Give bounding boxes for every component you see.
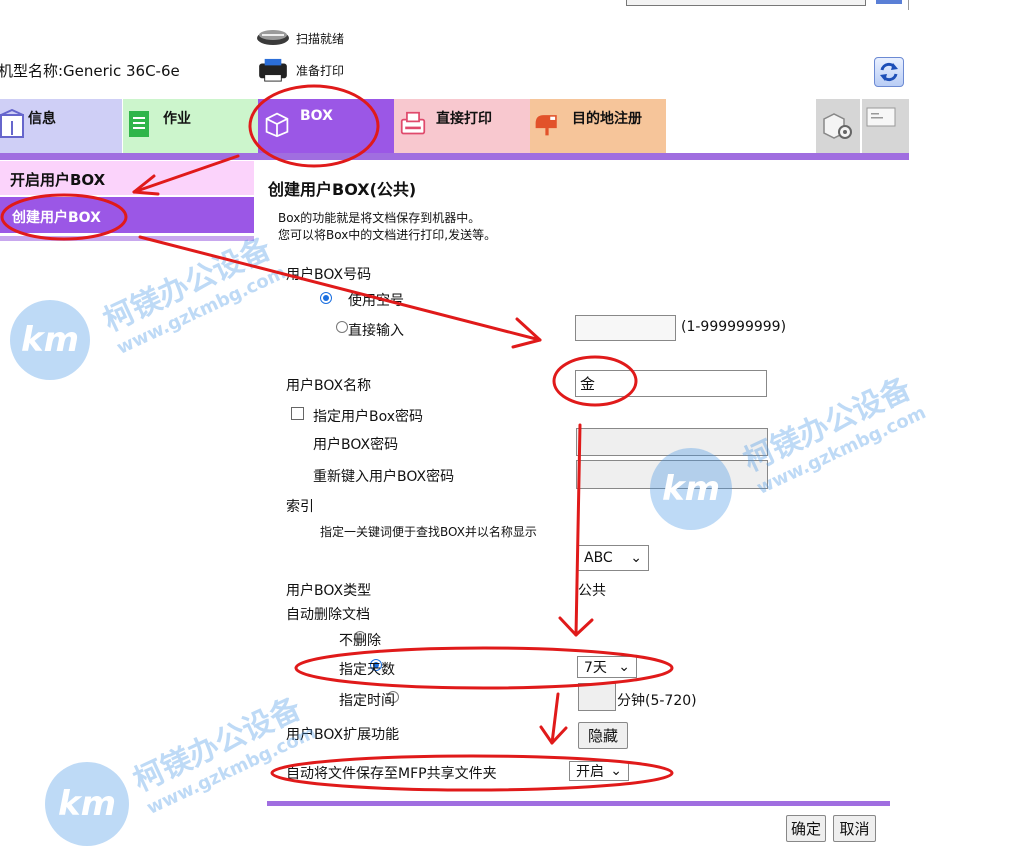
hide-button[interactable]: 隐藏: [578, 722, 628, 749]
specify-days-label: 指定天数: [339, 662, 395, 678]
scanner-icon: [257, 30, 289, 45]
top-field: [626, 0, 866, 6]
chevron-down-icon: ⌄: [610, 763, 622, 779]
direct-print-icon: [400, 111, 426, 135]
display-icon: [866, 107, 896, 127]
sidebar-item-create-box-label: 创建用户BOX: [12, 210, 101, 226]
box-name-input[interactable]: 金: [575, 370, 767, 397]
sidebar-divider: [0, 236, 254, 241]
index-hint: 指定一关键词便于查找BOX并以名称显示: [320, 525, 537, 539]
box-icon: [265, 112, 289, 138]
tab-box-label: BOX: [300, 108, 333, 124]
sidebar-item-open-box[interactable]: 开启用户BOX: [0, 161, 254, 195]
page-description: Box的功能就是将文档保存到机器中。 您可以将Box中的文档进行打印,发送等。: [278, 210, 496, 244]
settings-box-icon: [823, 113, 852, 139]
box-name-label: 用户BOX名称: [286, 378, 372, 394]
index-select-value: ABC: [584, 550, 613, 566]
index-select[interactable]: ABC ⌄: [577, 545, 649, 571]
mfp-share-select-value: 开启: [576, 764, 604, 780]
tab-direct-print-label: 直接打印: [436, 111, 492, 127]
watermark-logo: km: [10, 300, 90, 380]
index-label: 索引: [286, 499, 314, 515]
tab-box[interactable]: BOX: [258, 99, 394, 153]
box-number-label: 用户BOX号码: [286, 267, 372, 283]
watermark: 柯镁办公设备 www.gzkmbg.com: [125, 682, 319, 819]
direct-input-radio[interactable]: [336, 321, 349, 333]
tab-address-book[interactable]: 目的地注册: [530, 99, 666, 153]
refresh-icon: [880, 62, 898, 82]
print-status-text: 准备打印: [296, 63, 345, 78]
ok-button[interactable]: 确定: [786, 815, 826, 842]
refresh-button[interactable]: [874, 57, 904, 87]
mailbox-icon: [535, 115, 557, 136]
sidebar-item-open-box-label: 开启用户BOX: [10, 171, 106, 189]
page-title: 创建用户BOX(公共): [268, 180, 417, 199]
annotation-arrow-3-head: [558, 616, 594, 637]
box-type-label: 用户BOX类型: [286, 583, 372, 599]
main-tabs: 信息 作业 BOX 直接打印 目的地注册: [0, 99, 909, 153]
chevron-down-icon: ⌄: [618, 659, 630, 675]
form-bottom-divider: [267, 801, 890, 806]
job-document-icon: [129, 111, 149, 137]
number-range-hint: (1-999999999): [681, 319, 787, 335]
info-box-icon: [0, 109, 24, 138]
tab-jobs-label: 作业: [163, 111, 191, 127]
scan-status: 扫描就绪: [256, 26, 344, 50]
days-select-value: 7天: [584, 660, 607, 676]
annotation-arrow-3: [574, 423, 582, 637]
specify-password-label: 指定用户Box密码: [313, 409, 424, 425]
direct-input-label: 直接输入: [348, 323, 404, 339]
tab-info-label: 信息: [28, 111, 56, 127]
watermark: 柯镁办公设备 www.gzkmbg.com: [95, 222, 289, 359]
minutes-input[interactable]: [578, 683, 616, 711]
tab-address-book-label: 目的地注册: [572, 111, 642, 127]
box-number-input[interactable]: [575, 315, 676, 341]
watermark-logo: km: [45, 762, 129, 846]
box-type-value: 公共: [578, 583, 606, 599]
description-line-1: Box的功能就是将文档保存到机器中。: [278, 211, 481, 225]
reenter-password-label: 重新键入用户BOX密码: [313, 469, 455, 485]
annotation-arrow-4-head: [539, 725, 568, 745]
description-line-2: 您可以将Box中的文档进行打印,发送等。: [278, 228, 497, 242]
tab-jobs[interactable]: 作业: [123, 99, 258, 153]
tab-display[interactable]: [862, 99, 909, 153]
password-label: 用户BOX密码: [313, 437, 399, 453]
model-name: 机型名称:Generic 36C-6e: [0, 62, 180, 80]
days-select[interactable]: 7天 ⌄: [577, 656, 637, 678]
tab-settings[interactable]: [816, 99, 860, 153]
print-status: 准备打印: [256, 58, 344, 82]
top-divider: [908, 0, 909, 10]
sidebar-item-create-box[interactable]: 创建用户BOX: [0, 197, 254, 233]
cancel-button[interactable]: 取消: [833, 815, 876, 842]
use-free-number-label: 使用空号: [348, 293, 404, 309]
scan-status-text: 扫描就绪: [296, 31, 345, 46]
mfp-share-label: 自动将文件保存至MFP共享文件夹: [286, 766, 497, 782]
use-free-number-radio[interactable]: [320, 292, 332, 304]
auto-delete-label: 自动删除文档: [286, 607, 370, 623]
printer-icon: [259, 58, 287, 82]
top-icon: [876, 0, 902, 4]
tab-direct-print[interactable]: 直接打印: [394, 99, 530, 153]
annotation-arrow-4: [550, 692, 560, 745]
tab-info[interactable]: 信息: [0, 99, 122, 153]
specify-time-label: 指定时间: [339, 693, 395, 709]
annotation-arrow-2-head: [511, 317, 542, 349]
mfp-share-select[interactable]: 开启 ⌄: [569, 761, 629, 781]
watermark-logo: km: [650, 448, 732, 530]
specify-password-checkbox[interactable]: [291, 407, 304, 420]
minutes-range-hint: 分钟(5-720): [617, 693, 697, 709]
tab-underline: [0, 153, 909, 160]
chevron-down-icon: ⌄: [630, 550, 642, 566]
no-delete-label: 不删除: [339, 633, 381, 649]
